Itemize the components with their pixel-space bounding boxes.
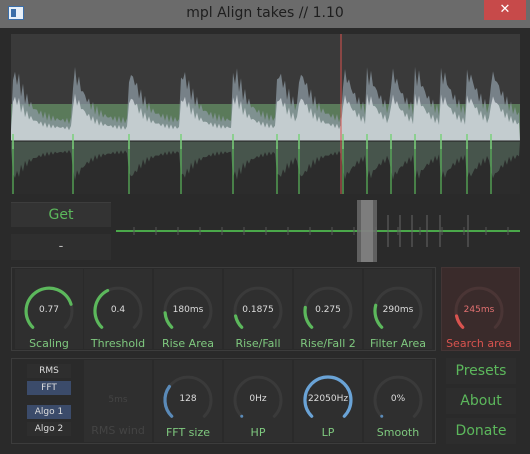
knob-search-area-label: Search area (446, 337, 512, 350)
knob-smooth-value: 0% (390, 394, 406, 404)
knob-scaling-value: 0.77 (38, 305, 60, 315)
knob-search-area-value: 245ms (463, 305, 495, 315)
knob-filter-area-label: Filter Area (369, 337, 427, 350)
close-icon[interactable]: ✕ (484, 0, 526, 20)
rms-wind-label: RMS wind (91, 424, 145, 437)
takes-timeline[interactable] (116, 200, 520, 262)
knob-scaling-label: Scaling (29, 337, 69, 350)
knob-rise-area-value: 180ms (172, 305, 204, 315)
dash-button[interactable]: - (11, 234, 111, 260)
knob-rise-fall-value: 0.1875 (242, 305, 274, 315)
algo1-mode-button[interactable]: Algo 1 (27, 405, 71, 419)
knob-rise-area-label: Rise Area (161, 337, 214, 350)
knob-fft-size-label: FFT size (165, 426, 210, 439)
waveform-display[interactable] (11, 34, 520, 194)
plugin-window: mpl Align takes // 1.10 ✕ Get - Presets … (0, 0, 530, 454)
knob-lp-value: 22050Hz (307, 394, 349, 404)
timeline-graphic (116, 200, 520, 262)
fft-mode-button[interactable]: FFT (27, 381, 71, 395)
window-title: mpl Align takes // 1.10 (186, 5, 344, 21)
knob-fft-size-value: 128 (179, 394, 197, 404)
knob-smooth-label: Smooth (376, 426, 420, 439)
get-button[interactable]: Get (11, 202, 111, 227)
presets-button[interactable]: Presets (446, 358, 516, 384)
knob-threshold-value: 0.4 (110, 305, 126, 315)
waveform-graphic (11, 34, 520, 194)
knob-lp-label: LP (321, 426, 335, 439)
knob-hp-value: 0Hz (249, 394, 267, 404)
knob-hp-label: HP (250, 426, 266, 439)
donate-button[interactable]: Donate (446, 418, 516, 444)
about-button[interactable]: About (446, 388, 516, 414)
knob-rise-fall-label: Rise/Fall (235, 337, 281, 350)
rms-wind-value: 5ms (108, 395, 128, 405)
knob-rise-fall-2-value: 0.275 (315, 305, 341, 315)
algo2-mode-button[interactable]: Algo 2 (27, 422, 71, 436)
rms-mode-button[interactable]: RMS (27, 364, 71, 378)
knob-filter-area-value: 290ms (382, 305, 414, 315)
knob-threshold-label: Threshold (90, 337, 146, 350)
title-bar[interactable]: mpl Align takes // 1.10 ✕ (0, 0, 530, 28)
knob-rise-fall-2-label: Rise/Fall 2 (300, 337, 356, 350)
